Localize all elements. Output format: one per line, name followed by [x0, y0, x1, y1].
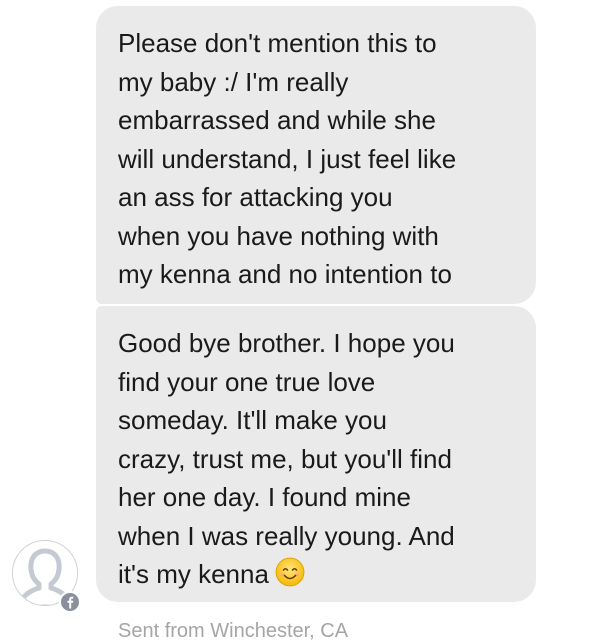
message-text-2: Good bye brother. I hope you find your o… [118, 328, 455, 589]
facebook-icon [67, 596, 74, 609]
message-bubble-2[interactable]: Good bye brother. I hope you find your o… [96, 306, 536, 602]
smiling-face-emoji-icon [275, 557, 305, 587]
sender-avatar-group[interactable] [12, 540, 81, 613]
message-thread: Please don't mention this to my baby :/ … [0, 0, 600, 643]
message-text-1: Please don't mention this to my baby :/ … [118, 28, 457, 289]
facebook-badge [59, 591, 81, 613]
message-bubble-1[interactable]: Please don't mention this to my baby :/ … [96, 6, 536, 304]
sent-location-label: Sent from Winchester, CA [118, 620, 349, 642]
